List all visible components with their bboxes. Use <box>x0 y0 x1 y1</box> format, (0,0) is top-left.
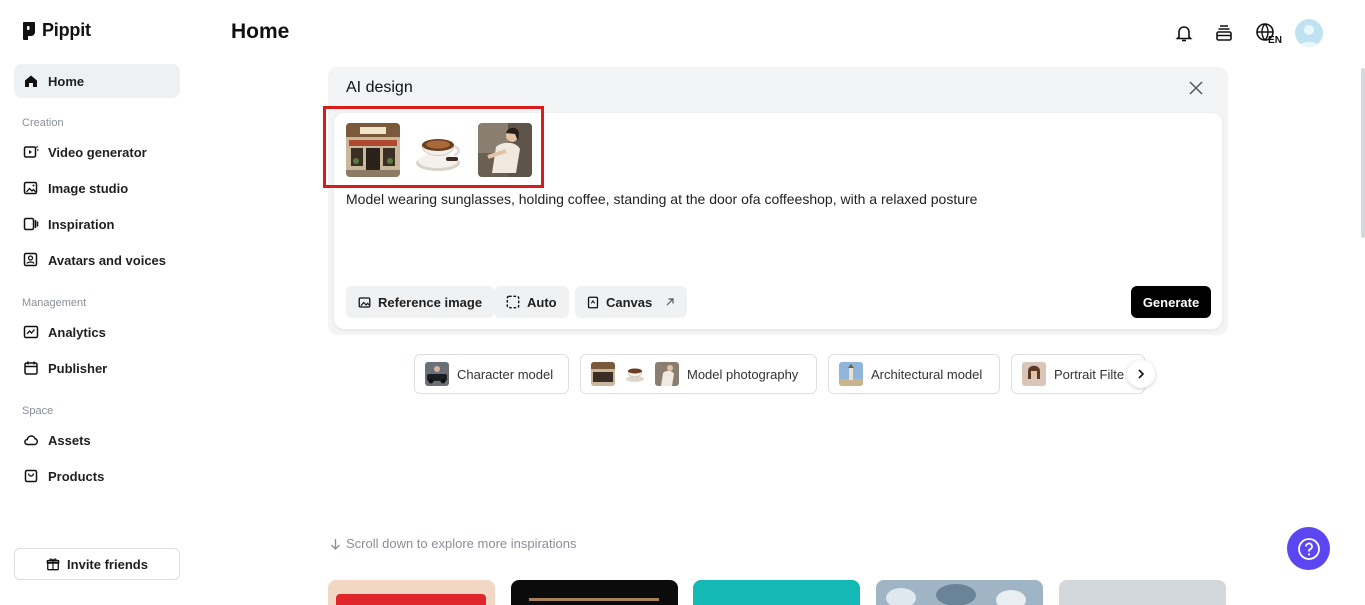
sidebar-item-avatars-and-voices[interactable]: Avatars and voices <box>14 243 180 277</box>
scroll-hint-text: Scroll down to explore more inspirations <box>346 536 577 551</box>
help-button[interactable] <box>1287 527 1330 570</box>
close-icon <box>1189 81 1203 95</box>
auto-label: Auto <box>527 294 557 310</box>
coffee-thumbnail <box>623 362 647 386</box>
canvas-icon <box>587 296 599 308</box>
generate-button[interactable]: Generate <box>1131 286 1211 318</box>
prompt-text[interactable]: Model wearing sunglasses, holding coffee… <box>346 191 977 207</box>
auto-button[interactable]: Auto <box>494 286 569 318</box>
sidebar-item-publisher[interactable]: Publisher <box>14 351 180 385</box>
sidebar-item-label: Video generator <box>48 144 147 160</box>
model-thumbnail <box>655 362 679 386</box>
external-link-icon <box>666 298 674 306</box>
sidebar-item-analytics[interactable]: Analytics <box>14 315 180 349</box>
canvas-label: Canvas <box>606 294 653 310</box>
reference-image-label: Reference image <box>378 294 483 310</box>
suggestion-label: Architectural model <box>871 366 983 382</box>
suggestion-portrait-filter[interactable]: Portrait Filte <box>1011 354 1145 394</box>
inspiration-card[interactable] <box>876 580 1043 605</box>
question-icon <box>1297 537 1320 560</box>
sidebar-item-products[interactable]: Products <box>14 459 180 493</box>
sidebar-item-assets[interactable]: Assets <box>14 423 180 457</box>
section-label-management: Management <box>22 297 87 309</box>
product-bag-icon <box>24 469 38 483</box>
sidebar-item-label: Publisher <box>48 360 108 376</box>
ai-design-title: AI design <box>346 79 413 96</box>
sidebar-item-label: Image studio <box>48 180 129 196</box>
sidebar-item-label: Assets <box>48 432 91 448</box>
sidebar-item-label: Inspiration <box>48 216 115 232</box>
portrait-thumbnail <box>1022 362 1046 386</box>
header-actions: EN <box>1171 19 1323 47</box>
architecture-thumbnail <box>839 362 863 386</box>
arrow-down-icon <box>331 538 340 550</box>
page-scrollbar[interactable] <box>1361 68 1365 238</box>
close-button[interactable] <box>1188 80 1204 96</box>
notifications-button[interactable] <box>1171 19 1197 47</box>
reference-image-button[interactable]: Reference image <box>346 286 495 318</box>
sidebar-item-label: Home <box>48 73 85 89</box>
suggestion-character-model[interactable]: Character model <box>414 354 569 394</box>
sidebar-item-image-studio[interactable]: Image studio <box>14 171 180 205</box>
suggestion-label: Portrait Filte <box>1054 366 1125 382</box>
home-icon <box>25 75 37 87</box>
avatar-icon <box>23 252 38 267</box>
inspiration-card[interactable] <box>693 580 860 605</box>
cloud-icon <box>24 435 38 446</box>
analytics-icon <box>23 325 39 339</box>
image-studio-icon <box>23 181 38 195</box>
sidebar-item-label: Avatars and voices <box>48 252 167 268</box>
inspiration-icon <box>23 217 39 231</box>
sidebar-item-label: Analytics <box>48 324 106 340</box>
thumbnail-highlight-box <box>323 106 544 188</box>
sidebar-item-home[interactable]: Home <box>14 64 180 98</box>
invite-friends-label: Invite friends <box>67 556 148 572</box>
video-generator-icon <box>23 145 39 158</box>
invite-friends-button[interactable]: Invite friends <box>14 548 180 580</box>
gift-icon <box>46 558 60 571</box>
suggestion-label: Model photography <box>687 366 799 382</box>
cafe-thumbnail <box>591 362 615 386</box>
stack-icon <box>1216 25 1232 41</box>
aspect-ratio-icon <box>506 295 520 309</box>
sidebar: Pippit Home Creation Video generator Ima… <box>0 0 195 605</box>
inspiration-card[interactable] <box>511 580 678 605</box>
app-name: Pippit <box>42 20 91 40</box>
suggestion-label: Character model <box>457 366 554 382</box>
page-title: Home <box>231 20 290 43</box>
user-icon <box>1299 25 1319 47</box>
language-label: EN <box>1268 34 1282 46</box>
character-model-thumbnail <box>425 362 449 386</box>
bell-icon <box>1175 26 1193 42</box>
pippit-logo-icon <box>22 21 36 41</box>
user-avatar[interactable] <box>1295 19 1323 47</box>
scroll-hint: Scroll down to explore more inspirations <box>330 536 577 551</box>
sidebar-item-video-generator[interactable]: Video generator <box>14 135 180 169</box>
inspiration-card[interactable] <box>328 580 495 605</box>
pippit-logo[interactable]: Pippit <box>22 20 91 41</box>
inspiration-card[interactable] <box>1059 580 1226 605</box>
image-icon <box>358 296 371 308</box>
section-label-creation: Creation <box>22 117 64 129</box>
calendar-icon <box>24 361 38 375</box>
subscription-button[interactable] <box>1211 19 1237 47</box>
sidebar-item-inspiration[interactable]: Inspiration <box>14 207 180 241</box>
section-label-space: Space <box>22 405 54 417</box>
suggestion-architectural-model[interactable]: Architectural model <box>828 354 1000 394</box>
chevron-right-icon <box>1138 369 1145 379</box>
canvas-button[interactable]: Canvas <box>575 286 688 318</box>
suggestion-model-photography[interactable]: Model photography <box>580 354 817 394</box>
suggestions-next-button[interactable] <box>1127 360 1155 388</box>
language-button[interactable]: EN <box>1251 19 1282 47</box>
sidebar-item-label: Products <box>48 468 105 484</box>
